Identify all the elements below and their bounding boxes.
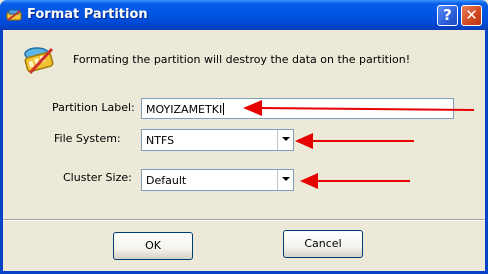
dialog-body: Formating the partition will destroy the…: [3, 30, 485, 271]
cancel-button-label: Cancel: [304, 237, 342, 250]
chevron-down-icon: [282, 177, 290, 181]
cancel-button[interactable]: Cancel: [283, 230, 363, 258]
partition-label-text: MOYIZAMETKI: [146, 103, 223, 116]
ok-button[interactable]: OK: [113, 232, 193, 260]
partition-label-value: MOYIZAMETKI: [146, 103, 225, 116]
format-disk-icon: [24, 47, 54, 75]
ok-button-label: OK: [145, 239, 161, 252]
file-system-label: File System:: [54, 132, 121, 145]
close-button[interactable]: ✕: [461, 5, 482, 26]
partition-label-input[interactable]: MOYIZAMETKI: [141, 98, 454, 119]
button-separator: [3, 219, 485, 221]
window-title: Format Partition: [27, 7, 148, 22]
help-button[interactable]: ?: [437, 5, 458, 26]
file-system-select[interactable]: NTFS: [141, 129, 294, 151]
close-icon: ✕: [465, 6, 478, 24]
help-icon: ?: [443, 6, 452, 24]
format-partition-window: Format Partition ? ✕ Formating the parti…: [0, 0, 488, 274]
file-system-value: NTFS: [146, 134, 175, 147]
text-caret: [223, 103, 225, 115]
warning-message: Formating the partition will destroy the…: [73, 53, 411, 66]
cluster-size-select[interactable]: Default: [141, 169, 294, 191]
cluster-size-label: Cluster Size:: [63, 171, 132, 184]
file-system-dropdown-button[interactable]: [277, 130, 293, 150]
app-icon: [6, 9, 22, 21]
partition-label-label: Partition Label:: [52, 101, 135, 114]
chevron-down-icon: [282, 137, 290, 141]
cluster-size-dropdown-button[interactable]: [277, 170, 293, 190]
cluster-size-value: Default: [146, 174, 187, 187]
title-bar[interactable]: Format Partition ? ✕: [0, 0, 488, 30]
